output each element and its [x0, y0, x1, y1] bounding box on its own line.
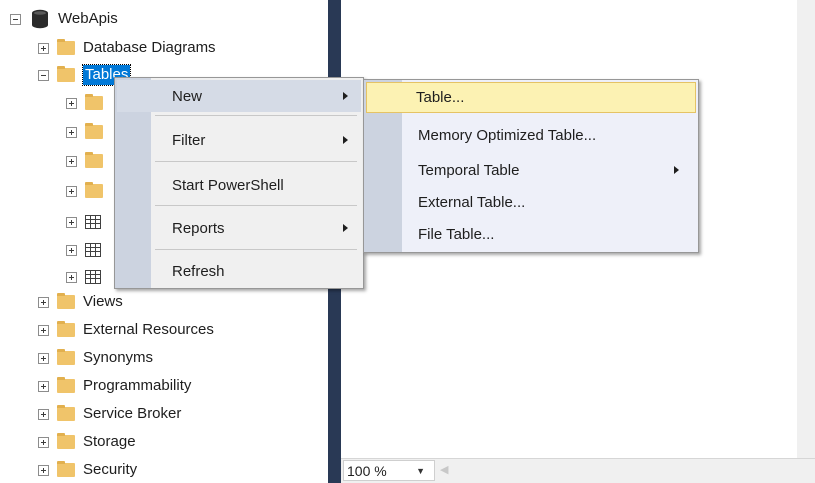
menu-item-label: External Table... [418, 193, 526, 211]
tree-node-programmability[interactable]: Programmability [38, 375, 191, 397]
menu-item-label: File Table... [418, 225, 495, 243]
expand-icon[interactable] [66, 126, 77, 138]
folder-icon [57, 433, 75, 449]
tree-node-label: Synonyms [83, 349, 154, 366]
expand-icon[interactable] [38, 408, 49, 420]
tree-node-table[interactable] [66, 266, 109, 288]
expand-icon[interactable] [38, 464, 49, 476]
expand-icon[interactable] [66, 185, 77, 197]
folder-icon [57, 39, 75, 55]
menu-item-label: Start PowerShell [172, 176, 284, 194]
new-submenu: Table... Memory Optimized Table... Tempo… [363, 79, 699, 253]
table-icon [85, 215, 101, 229]
tree-node-synonyms[interactable]: Synonyms [38, 347, 153, 369]
zoom-select[interactable]: 100 % ▼ [343, 460, 435, 481]
menu-item-reports[interactable]: Reports [118, 212, 360, 244]
tree-node-label: Service Broker [83, 405, 182, 422]
collapse-icon[interactable] [38, 69, 49, 81]
tree-node-storage[interactable]: Storage [38, 431, 136, 453]
tree-node-external-resources[interactable]: External Resources [38, 319, 214, 341]
menu-item-refresh[interactable]: Refresh [118, 255, 360, 287]
menu-item-memory-optimized-table[interactable]: Memory Optimized Table... [367, 119, 695, 151]
expand-icon[interactable] [38, 436, 49, 448]
submenu-arrow-icon [343, 224, 348, 232]
tree-node-views[interactable]: Views [38, 291, 123, 313]
menu-item-file-table[interactable]: File Table... [367, 218, 695, 250]
menu-item-new[interactable]: New [117, 80, 361, 112]
tree-node-table[interactable] [66, 239, 109, 261]
tree-node-database[interactable]: WebApis [10, 8, 118, 30]
table-icon [85, 243, 101, 257]
scroll-left-icon[interactable]: ◀ [440, 463, 448, 476]
menu-separator [155, 205, 357, 206]
tree-node-service-broker[interactable]: Service Broker [38, 403, 181, 425]
folder-icon [85, 94, 103, 110]
menu-item-label: Temporal Table [418, 161, 520, 179]
expand-icon[interactable] [38, 352, 49, 364]
menu-item-start-powershell[interactable]: Start PowerShell [118, 169, 360, 201]
menu-item-label: Filter [172, 131, 206, 149]
menu-item-filter[interactable]: Filter [118, 124, 360, 156]
menu-item-external-table[interactable]: External Table... [367, 186, 695, 218]
table-icon [85, 270, 101, 284]
tree-node-label: Storage [83, 433, 136, 450]
folder-icon [57, 461, 75, 477]
expand-icon[interactable] [66, 244, 77, 256]
vertical-scrollbar[interactable] [797, 0, 815, 458]
expand-icon[interactable] [38, 324, 49, 336]
expand-icon[interactable] [38, 42, 49, 54]
expand-icon[interactable] [66, 97, 77, 109]
expand-icon[interactable] [38, 296, 49, 308]
context-menu: New Filter Start PowerShell Reports Refr… [114, 77, 364, 289]
submenu-arrow-icon [343, 136, 348, 144]
folder-icon [85, 182, 103, 198]
tree-node-security[interactable]: Security [38, 459, 137, 481]
tree-node-tables-child[interactable] [66, 150, 111, 172]
expand-icon[interactable] [66, 216, 77, 228]
folder-icon [57, 293, 75, 309]
folder-icon [57, 66, 75, 82]
database-icon [32, 9, 48, 29]
folder-icon [57, 405, 75, 421]
menu-separator [155, 161, 357, 162]
submenu-arrow-icon [674, 166, 679, 174]
tree-node-label: Programmability [83, 377, 192, 394]
folder-icon [85, 152, 103, 168]
expand-icon[interactable] [66, 271, 77, 283]
menu-item-label: New [172, 87, 203, 105]
tree-node-label: Security [83, 461, 138, 478]
collapse-icon[interactable] [10, 13, 21, 25]
tree-node-table[interactable] [66, 211, 109, 233]
tree-node-label: Views [83, 293, 123, 310]
folder-icon [57, 349, 75, 365]
submenu-arrow-icon [343, 92, 348, 100]
tree-node-database-diagrams[interactable]: Database Diagrams [38, 37, 216, 59]
tree-node-tables-child[interactable] [66, 92, 111, 114]
tree-node-tables-child[interactable] [66, 180, 111, 202]
menu-item-label: Table... [416, 89, 465, 106]
expand-icon[interactable] [38, 380, 49, 392]
folder-icon [57, 321, 75, 337]
menu-separator [155, 115, 357, 116]
tree-node-tables-child[interactable] [66, 121, 111, 143]
chevron-down-icon[interactable]: ▼ [416, 466, 425, 476]
menu-separator [155, 249, 357, 250]
zoom-value: 100 % [347, 462, 387, 479]
menu-item-label: Memory Optimized Table... [418, 126, 597, 144]
menu-item-label: Refresh [172, 262, 225, 280]
tree-node-label: WebApis [58, 10, 118, 27]
folder-icon [57, 377, 75, 393]
folder-icon [85, 123, 103, 139]
tree-node-label: External Resources [83, 321, 214, 338]
tree-node-label: Database Diagrams [83, 39, 216, 56]
horizontal-scrollbar[interactable]: 100 % ▼ ◀ [341, 458, 815, 483]
expand-icon[interactable] [66, 155, 77, 167]
menu-item-table[interactable]: Table... [366, 82, 696, 113]
menu-item-temporal-table[interactable]: Temporal Table [367, 154, 695, 186]
menu-item-label: Reports [172, 219, 225, 237]
